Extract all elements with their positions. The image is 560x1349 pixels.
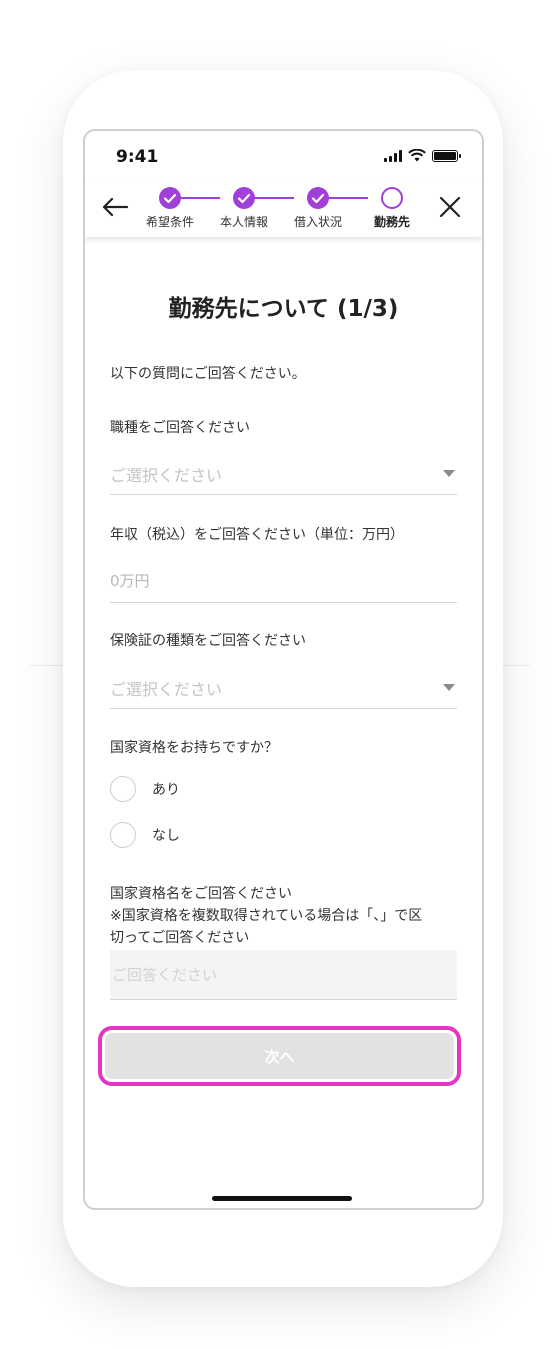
- insurance-card-select[interactable]: ご選択ください: [110, 665, 457, 709]
- qualification-name-note-line: ※国家資格を複数取得されている場合は「、」で区: [110, 908, 423, 924]
- signal-icon: [384, 150, 402, 162]
- phone-screen: 9:41 希望条件 本人情報 借入状況 勤務先 勤務先について (1/3) 以下…: [83, 129, 484, 1210]
- intro-text: 以下の質問にご回答ください。: [110, 366, 306, 382]
- step-check-icon: [307, 187, 329, 209]
- radio-label: なし: [152, 828, 180, 844]
- radio-button[interactable]: [110, 776, 136, 802]
- back-arrow-icon[interactable]: [99, 193, 131, 221]
- radio-label: あり: [152, 782, 180, 798]
- step-label: 希望条件: [145, 215, 194, 229]
- qualification-name-label-line: 国家資格名をご回答ください: [110, 886, 292, 902]
- step-current-circle: [381, 187, 403, 209]
- close-icon[interactable]: [436, 193, 464, 221]
- qualification-name-label: 国家資格名をご回答ください ※国家資格を複数取得されている場合は「、」で区 切っ…: [110, 883, 460, 949]
- next-button[interactable]: 次へ: [105, 1033, 454, 1079]
- annual-income-label: 年収（税込）をご回答ください（単位：万円）: [110, 527, 404, 543]
- step-header: 希望条件 本人情報 借入状況 勤務先: [85, 179, 482, 237]
- step-label: 借入状況: [293, 215, 342, 229]
- qualification-name-input[interactable]: [110, 950, 457, 1000]
- status-icons: [384, 149, 461, 162]
- wifi-icon: [408, 149, 426, 162]
- job-type-placeholder: ご選択ください: [110, 466, 223, 485]
- job-type-label: 職種をご回答ください: [110, 420, 250, 436]
- step-label-current: 勤務先: [373, 215, 410, 229]
- annual-income-input[interactable]: [110, 559, 457, 603]
- qualification-question-label: 国家資格をお持ちですか？: [110, 740, 278, 756]
- job-type-select[interactable]: ご選択ください: [110, 451, 457, 495]
- dropdown-caret-icon: [443, 684, 455, 691]
- radio-option-yes[interactable]: あり: [110, 775, 180, 803]
- insurance-card-placeholder: ご選択ください: [110, 680, 223, 699]
- step-check-icon: [159, 187, 181, 209]
- battery-icon: [432, 150, 461, 162]
- page-title: 勤務先について (1/3): [168, 296, 399, 322]
- insurance-card-label: 保険証の種類をご回答ください: [110, 633, 306, 649]
- progress-stepper: 希望条件 本人情報 借入状況 勤務先: [135, 187, 431, 231]
- home-indicator: [212, 1196, 352, 1201]
- radio-option-no[interactable]: なし: [110, 821, 180, 849]
- status-time: 9:41: [116, 147, 159, 167]
- step-check-icon: [233, 187, 255, 209]
- qualification-name-note-line: 切ってご回答ください: [110, 930, 250, 946]
- radio-button[interactable]: [110, 822, 136, 848]
- dropdown-caret-icon: [443, 470, 455, 477]
- next-button-highlight: 次へ: [98, 1026, 461, 1086]
- step-label: 本人情報: [219, 215, 268, 229]
